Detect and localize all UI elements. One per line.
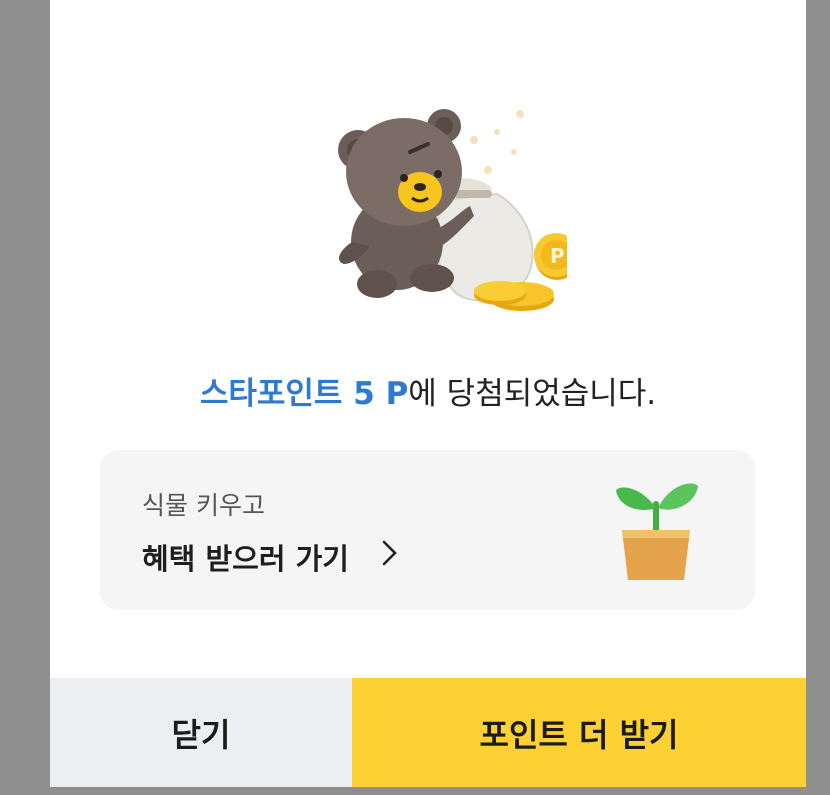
chevron-right-icon	[382, 540, 397, 566]
reward-dialog: P 스타포인트 5 P에 당첨되었습니다. 식물 키우고 혜택 받으러 가기 닫…	[50, 0, 806, 787]
reward-result-suffix: 에 당첨되었습니다.	[408, 376, 657, 412]
reward-amount-highlight: 스타포인트 5 P	[199, 376, 409, 412]
bear-money-bag-illustration: P	[338, 109, 567, 311]
reward-result-message: 스타포인트 5 P에 당첨되었습니다.	[50, 368, 806, 413]
get-more-points-button[interactable]: 포인트 더 받기	[352, 678, 806, 787]
close-button[interactable]: 닫기	[50, 678, 352, 787]
plant-benefit-card[interactable]: 식물 키우고 혜택 받으러 가기	[100, 450, 755, 610]
promo-title: 혜택 받으러 가기	[142, 542, 349, 576]
potted-sprout-icon	[616, 483, 698, 580]
svg-text:P: P	[550, 244, 565, 268]
promo-subtitle: 식물 키우고	[142, 491, 265, 520]
